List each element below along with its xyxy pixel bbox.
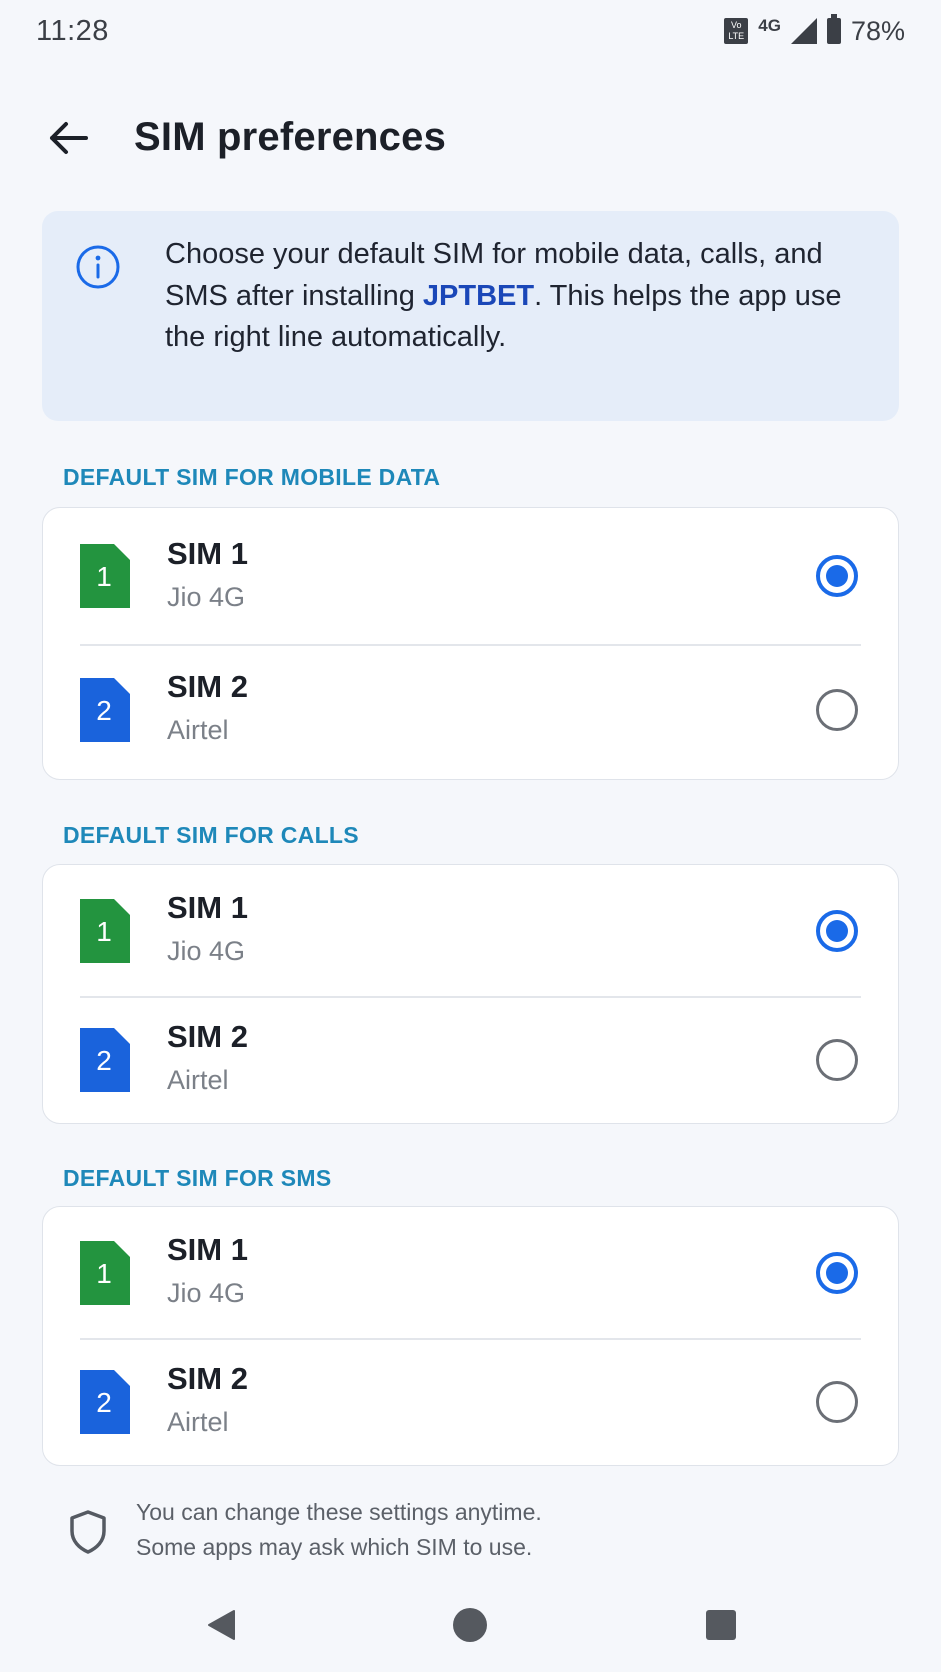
mobile-data-sim2-option[interactable]: 2 SIM 2 Airtel bbox=[43, 644, 898, 779]
info-banner: Choose your default SIM for mobile data,… bbox=[42, 211, 899, 421]
page-title: SIM preferences bbox=[134, 115, 447, 159]
info-icon bbox=[76, 245, 120, 289]
sim-card-icon: 2 bbox=[80, 1028, 130, 1092]
sim-carrier: Jio 4G bbox=[167, 1278, 246, 1308]
sim-badge-number: 2 bbox=[96, 1387, 112, 1418]
sim-option-text: SIM 1 Jio 4G bbox=[167, 535, 248, 616]
sim-badge-number: 2 bbox=[96, 1045, 112, 1076]
radio-selected[interactable] bbox=[816, 555, 858, 597]
sim-option-text: SIM 2 Airtel bbox=[167, 1018, 248, 1099]
battery-percent: 78% bbox=[850, 15, 905, 46]
sim-name: SIM 1 bbox=[167, 536, 248, 571]
footer-line-2: Some apps may ask which SIM to use. bbox=[136, 1533, 533, 1560]
app-bar: SIM preferences bbox=[0, 95, 941, 180]
nav-recents-icon bbox=[706, 1610, 736, 1640]
sim-card-icon: 2 bbox=[80, 1370, 130, 1434]
sim-name: SIM 2 bbox=[167, 669, 248, 704]
nav-back-button[interactable] bbox=[188, 1592, 254, 1658]
battery-icon bbox=[826, 14, 841, 44]
nav-back-icon bbox=[208, 1610, 235, 1640]
sim-option-text: SIM 2 Airtel bbox=[167, 668, 248, 749]
radio-unselected[interactable] bbox=[816, 689, 858, 731]
sim-carrier: Airtel bbox=[167, 715, 229, 745]
calls-sim1-option[interactable]: 1 SIM 1 Jio 4G bbox=[43, 865, 898, 996]
sim-name: SIM 2 bbox=[167, 1019, 248, 1054]
section-label-calls: DEFAULT SIM FOR CALLS bbox=[63, 822, 359, 848]
sim-carrier: Jio 4G bbox=[167, 936, 246, 966]
footer-line-1: You can change these settings anytime. bbox=[136, 1499, 542, 1525]
shield-icon bbox=[70, 1510, 106, 1554]
status-bar: 11:28 Vo LTE 4G 78% bbox=[0, 0, 941, 62]
sim-option-text: SIM 1 Jio 4G bbox=[167, 889, 248, 970]
sim-card-icon: 1 bbox=[80, 899, 130, 963]
calls-sim2-option[interactable]: 2 SIM 2 Airtel bbox=[43, 996, 898, 1123]
sms-sim-group: 1 SIM 1 Jio 4G 2 SIM 2 Airtel bbox=[42, 1206, 899, 1466]
status-time: 11:28 bbox=[36, 14, 109, 47]
network-type: 4G bbox=[758, 16, 781, 35]
system-nav-bar bbox=[0, 1592, 941, 1658]
volte-bottom-label: LTE bbox=[728, 31, 745, 41]
sim-card-icon: 1 bbox=[80, 1241, 130, 1305]
volte-top-label: Vo bbox=[731, 20, 742, 30]
sim-badge-number: 1 bbox=[96, 1258, 112, 1289]
signal-icon bbox=[790, 18, 817, 44]
sim-option-text: SIM 2 Airtel bbox=[167, 1360, 248, 1441]
nav-recents-button[interactable] bbox=[688, 1592, 754, 1658]
section-label-sms: DEFAULT SIM FOR SMS bbox=[63, 1165, 332, 1191]
sim-name: SIM 1 bbox=[167, 890, 248, 925]
sim-name: SIM 1 bbox=[167, 1232, 248, 1267]
radio-selected[interactable] bbox=[816, 910, 858, 952]
nav-home-button[interactable] bbox=[437, 1592, 503, 1658]
sms-sim2-option[interactable]: 2 SIM 2 Airtel bbox=[43, 1338, 898, 1465]
sim-badge-number: 1 bbox=[96, 561, 112, 592]
calls-sim-group: 1 SIM 1 Jio 4G 2 SIM 2 Airtel bbox=[42, 864, 899, 1124]
mobile-data-sim1-option[interactable]: 1 SIM 1 Jio 4G bbox=[43, 508, 898, 644]
sim-carrier: Airtel bbox=[167, 1407, 229, 1437]
arrow-left-icon bbox=[50, 121, 88, 154]
brand-name: JPTBET bbox=[422, 279, 535, 312]
sim-carrier: Airtel bbox=[167, 1065, 229, 1095]
info-text: Choose your default SIM for mobile data,… bbox=[165, 234, 865, 359]
footer-text: You can change these settings anytime. S… bbox=[136, 1495, 542, 1564]
radio-unselected[interactable] bbox=[816, 1381, 858, 1423]
sim-badge-number: 1 bbox=[96, 916, 112, 947]
sim-option-text: SIM 1 Jio 4G bbox=[167, 1231, 248, 1312]
sim-carrier: Jio 4G bbox=[167, 582, 246, 612]
radio-unselected[interactable] bbox=[816, 1039, 858, 1081]
section-label-mobile-data: DEFAULT SIM FOR MOBILE DATA bbox=[63, 464, 441, 490]
sms-sim1-option[interactable]: 1 SIM 1 Jio 4G bbox=[43, 1207, 898, 1338]
status-icons: Vo LTE 4G 78% bbox=[724, 14, 905, 47]
sim-name: SIM 2 bbox=[167, 1361, 248, 1396]
radio-selected[interactable] bbox=[816, 1252, 858, 1294]
sim-card-icon: 1 bbox=[80, 544, 130, 608]
sim-card-icon: 2 bbox=[80, 678, 130, 742]
volte-icon: Vo LTE bbox=[724, 18, 749, 44]
sim-badge-number: 2 bbox=[96, 695, 112, 726]
nav-home-icon bbox=[453, 1608, 487, 1642]
back-button[interactable] bbox=[28, 98, 108, 178]
mobile-data-sim-group: 1 SIM 1 Jio 4G 2 SIM 2 Airtel bbox=[42, 507, 899, 780]
